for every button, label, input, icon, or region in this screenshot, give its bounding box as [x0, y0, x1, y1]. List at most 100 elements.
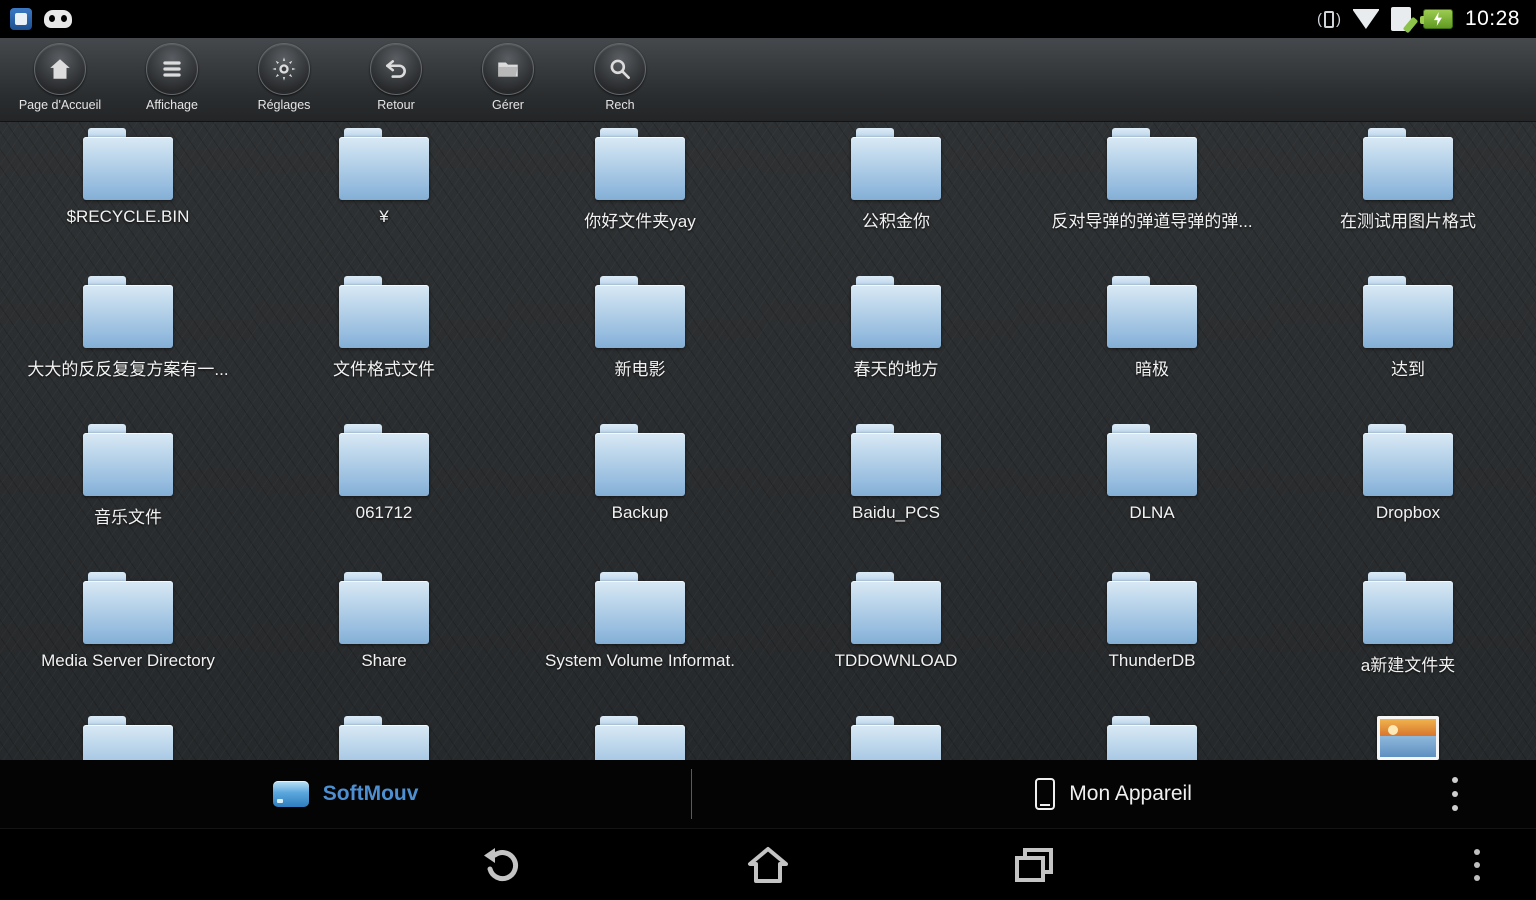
image-file-item[interactable]: [1280, 714, 1536, 760]
tab-divider: [691, 769, 693, 819]
back-button[interactable]: Retour: [350, 43, 442, 112]
folder-label: 音乐文件: [94, 508, 162, 527]
nav-back-button[interactable]: [467, 837, 537, 893]
list-icon: [146, 43, 198, 95]
folder-label: Media Server Directory: [41, 651, 215, 670]
folder-icon: [339, 276, 429, 348]
folder-icon: [339, 572, 429, 644]
folder-icon: [1363, 424, 1453, 496]
folder-item[interactable]: 新电影: [512, 270, 768, 418]
folder-icon: [1107, 128, 1197, 200]
folder-icon: [595, 128, 685, 200]
manage-button[interactable]: Gérer: [462, 43, 554, 112]
folder-item[interactable]: a新建文件夹: [1280, 566, 1536, 714]
folder-icon: [83, 128, 173, 200]
manage-folder-icon: [482, 43, 534, 95]
folder-item[interactable]: Media Server Directory: [0, 566, 256, 714]
folder-item[interactable]: Share: [256, 566, 512, 714]
folder-item[interactable]: 公积金你: [768, 122, 1024, 270]
app-notification-icon: [10, 8, 32, 30]
folder-item[interactable]: DLNA: [1024, 418, 1280, 566]
folder-item[interactable]: 061712: [256, 418, 512, 566]
sd-write-icon: [1390, 7, 1411, 31]
folder-item[interactable]: 你好文件夹yay: [512, 122, 768, 270]
folder-item[interactable]: 音乐文件: [0, 418, 256, 566]
folder-item[interactable]: [1024, 714, 1280, 760]
folder-label: System Volume Informat.: [545, 651, 735, 670]
folder-item[interactable]: [768, 714, 1024, 760]
folder-item[interactable]: [512, 714, 768, 760]
folder-label: 暗极: [1135, 360, 1169, 379]
folder-label: $RECYCLE.BIN: [66, 207, 190, 226]
folder-item[interactable]: 在测试用图片格式: [1280, 122, 1536, 270]
tab-mon-appareil[interactable]: Mon Appareil: [691, 760, 1536, 828]
view-button[interactable]: Affichage: [126, 43, 218, 112]
tab-softmouv[interactable]: SoftMouv: [0, 760, 691, 828]
folder-item[interactable]: $RECYCLE.BIN: [0, 122, 256, 270]
folder-grid-partial-row: [0, 714, 1536, 760]
folder-item[interactable]: ¥: [256, 122, 512, 270]
battery-charging-icon: [1419, 9, 1453, 29]
folder-item[interactable]: 大大的反反复复方案有一...: [0, 270, 256, 418]
toolbar-label: Retour: [377, 98, 415, 112]
home-icon: [748, 846, 788, 883]
status-indicators: () 10:28: [1317, 7, 1526, 31]
folder-label: 达到: [1391, 360, 1425, 379]
toolbar-label: Affichage: [146, 98, 198, 112]
tab-label: Mon Appareil: [1069, 782, 1192, 805]
vibrate-icon: (): [1316, 10, 1341, 28]
folder-icon: [851, 572, 941, 644]
nav-menu-icon[interactable]: [1466, 841, 1488, 889]
nav-recents-button[interactable]: [999, 837, 1069, 893]
toolbar: Page d'Accueil Affichage Réglages Retour…: [0, 38, 1536, 122]
folder-icon: [83, 276, 173, 348]
toolbar-label: Rech: [605, 98, 635, 112]
search-button[interactable]: Rech: [574, 43, 666, 112]
phone-icon: [1035, 778, 1056, 810]
folder-label: ThunderDB: [1108, 651, 1196, 670]
overflow-menu-icon[interactable]: [1446, 771, 1464, 817]
folder-item[interactable]: TDDOWNLOAD: [768, 566, 1024, 714]
mask-notification-icon: [44, 10, 72, 28]
folder-label: 春天的地方: [853, 360, 939, 379]
home-button[interactable]: Page d'Accueil: [14, 43, 106, 112]
folder-item[interactable]: ThunderDB: [1024, 566, 1280, 714]
folder-icon: [1363, 128, 1453, 200]
folder-icon: [851, 424, 941, 496]
folder-item[interactable]: Baidu_PCS: [768, 418, 1024, 566]
folder-label: Backup: [611, 503, 669, 522]
nav-home-button[interactable]: [733, 837, 803, 893]
folder-icon: [1363, 572, 1453, 644]
wifi-icon: [1353, 9, 1379, 29]
folder-label: Share: [361, 651, 407, 670]
folder-item[interactable]: 暗极: [1024, 270, 1280, 418]
folder-item[interactable]: [0, 714, 256, 760]
folder-label: 大大的反反复复方案有一...: [27, 360, 229, 379]
drive-icon: [272, 781, 309, 807]
folder-icon: [595, 276, 685, 348]
folder-icon: [851, 128, 941, 200]
folder-grid: $RECYCLE.BIN ¥ 你好文件夹yay 公积金你 反对导弹的弹道导弹的弹…: [0, 122, 1536, 714]
folder-item[interactable]: Backup: [512, 418, 768, 566]
toolbar-label: Page d'Accueil: [18, 98, 102, 112]
image-thumbnail: [1377, 716, 1439, 760]
folder-item[interactable]: System Volume Informat.: [512, 566, 768, 714]
folder-label: 新电影: [614, 360, 666, 379]
folder-icon: [339, 128, 429, 200]
folder-icon: [1363, 276, 1453, 348]
folder-item[interactable]: 春天的地方: [768, 270, 1024, 418]
folder-item[interactable]: 反对导弹的弹道导弹的弹...: [1024, 122, 1280, 270]
folder-icon: [339, 716, 429, 760]
folder-icon: [595, 424, 685, 496]
system-nav-bar: [0, 828, 1536, 900]
folder-label: 061712: [355, 503, 413, 522]
folder-item[interactable]: Dropbox: [1280, 418, 1536, 566]
folder-item[interactable]: 达到: [1280, 270, 1536, 418]
folder-label: Baidu_PCS: [852, 503, 940, 522]
folder-item[interactable]: 文件格式文件: [256, 270, 512, 418]
folder-item[interactable]: [256, 714, 512, 760]
settings-button[interactable]: Réglages: [238, 43, 330, 112]
back-icon: [370, 43, 422, 95]
folder-icon: [1107, 716, 1197, 760]
clock: 10:28: [1464, 7, 1520, 30]
